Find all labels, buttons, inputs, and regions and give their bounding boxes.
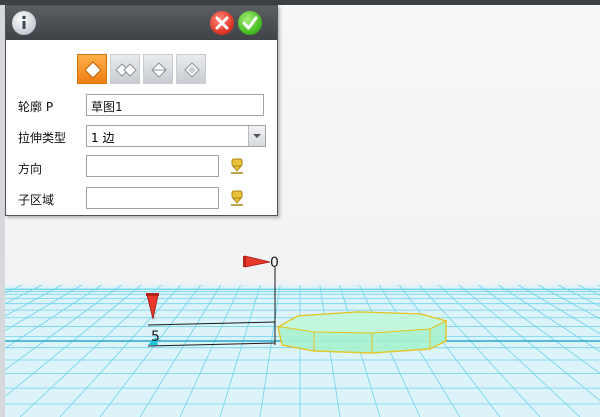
extrude-type-select[interactable]: 1 边: [86, 125, 266, 147]
extrude-type-value: 1 边: [91, 131, 115, 145]
dimension-value-side[interactable]: 5: [151, 329, 160, 345]
info-icon[interactable]: [12, 11, 36, 35]
direction-field[interactable]: [86, 155, 219, 177]
extrude-mode-group: [77, 54, 207, 86]
direction-label: 方向: [18, 162, 43, 176]
profile-field[interactable]: 草图1: [86, 94, 264, 116]
confirm-icon[interactable]: [238, 11, 262, 35]
chevron-down-icon[interactable]: [248, 126, 265, 146]
extrude-both-directions-button[interactable]: [176, 54, 206, 84]
subregion-field[interactable]: [86, 187, 219, 209]
ground-grid: [0, 284, 600, 417]
extrude-symmetric-button[interactable]: [143, 54, 173, 84]
extruded-solid[interactable]: [277, 311, 448, 354]
extrude-two-sides-button[interactable]: [110, 54, 140, 84]
extrude-panel: 轮廓 P 草图1 拉伸类型 1 边 方向 子区域: [5, 5, 278, 216]
cancel-icon[interactable]: [210, 11, 234, 35]
dimension-value-top[interactable]: 0: [270, 255, 279, 271]
profile-label: 轮廓 P: [18, 100, 54, 114]
direction-pick-icon[interactable]: [229, 158, 245, 174]
subregion-pick-icon[interactable]: [229, 190, 245, 206]
extrude-one-side-button[interactable]: [77, 54, 107, 84]
extrude-type-label: 拉伸类型: [18, 131, 67, 145]
panel-header: [6, 6, 277, 40]
subregion-label: 子区域: [18, 193, 55, 207]
